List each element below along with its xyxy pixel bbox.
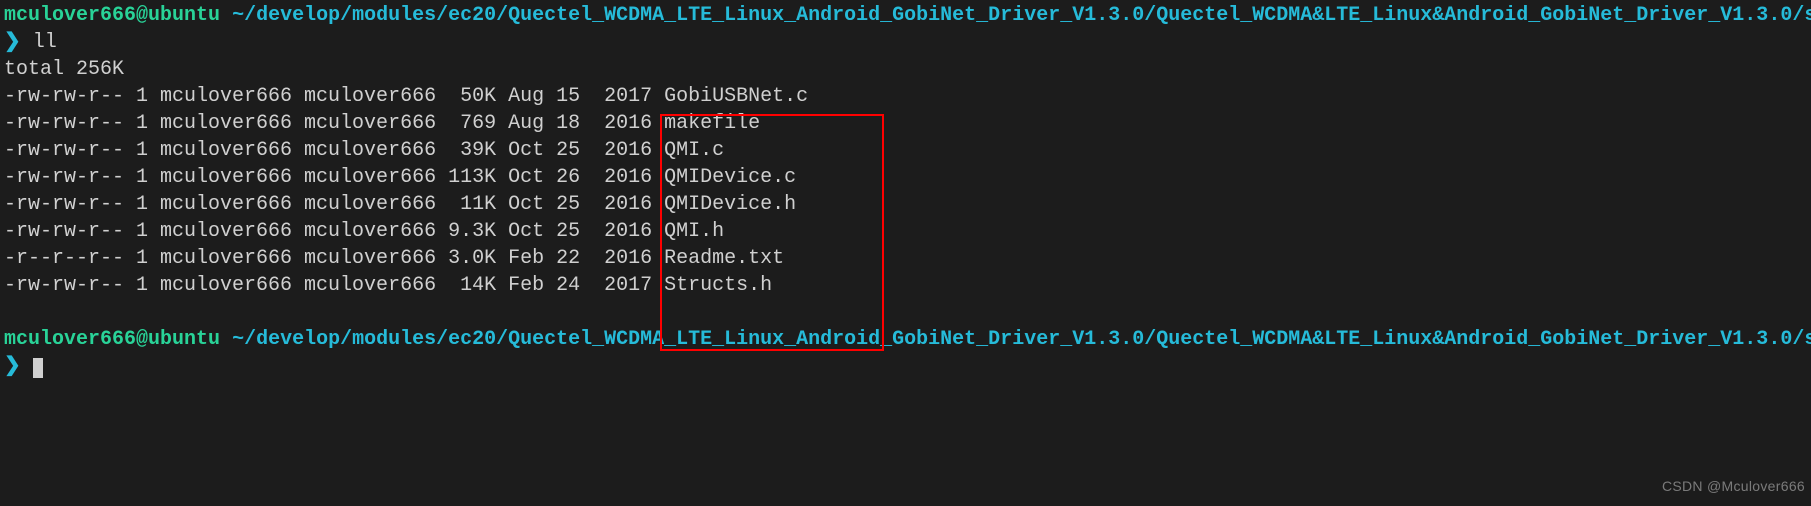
file-row: -rw-rw-r-- 1 mculover666 mculover666 9.3… [4, 220, 724, 243]
total-line: total 256K [4, 58, 124, 81]
prompt-user: mculover666@ubuntu [4, 4, 220, 27]
prompt-sep-2 [220, 328, 232, 351]
prompt-path: ~/develop/modules/ec20/Quectel_WCDMA_LTE… [232, 4, 1811, 27]
prompt-symbol: ❯ [4, 31, 21, 54]
file-row: -rw-rw-r-- 1 mculover666 mculover666 50K… [4, 85, 808, 108]
prompt-user-2: mculover666@ubuntu [4, 328, 220, 351]
file-row: -rw-rw-r-- 1 mculover666 mculover666 113… [4, 166, 796, 189]
prompt-sep [220, 4, 232, 27]
terminal-output[interactable]: mculover666@ubuntu ~/develop/modules/ec2… [0, 0, 1811, 382]
file-row: -r--r--r-- 1 mculover666 mculover666 3.0… [4, 247, 784, 270]
file-row: -rw-rw-r-- 1 mculover666 mculover666 11K… [4, 193, 796, 216]
command: ll [33, 31, 57, 54]
cursor [33, 358, 43, 378]
prompt-path-2: ~/develop/modules/ec20/Quectel_WCDMA_LTE… [232, 328, 1811, 351]
file-row: -rw-rw-r-- 1 mculover666 mculover666 769… [4, 112, 760, 135]
watermark: CSDN @Mculover666 [1662, 473, 1805, 500]
file-row: -rw-rw-r-- 1 mculover666 mculover666 39K… [4, 139, 724, 162]
prompt-symbol-2: ❯ [4, 355, 21, 378]
file-row: -rw-rw-r-- 1 mculover666 mculover666 14K… [4, 274, 772, 297]
